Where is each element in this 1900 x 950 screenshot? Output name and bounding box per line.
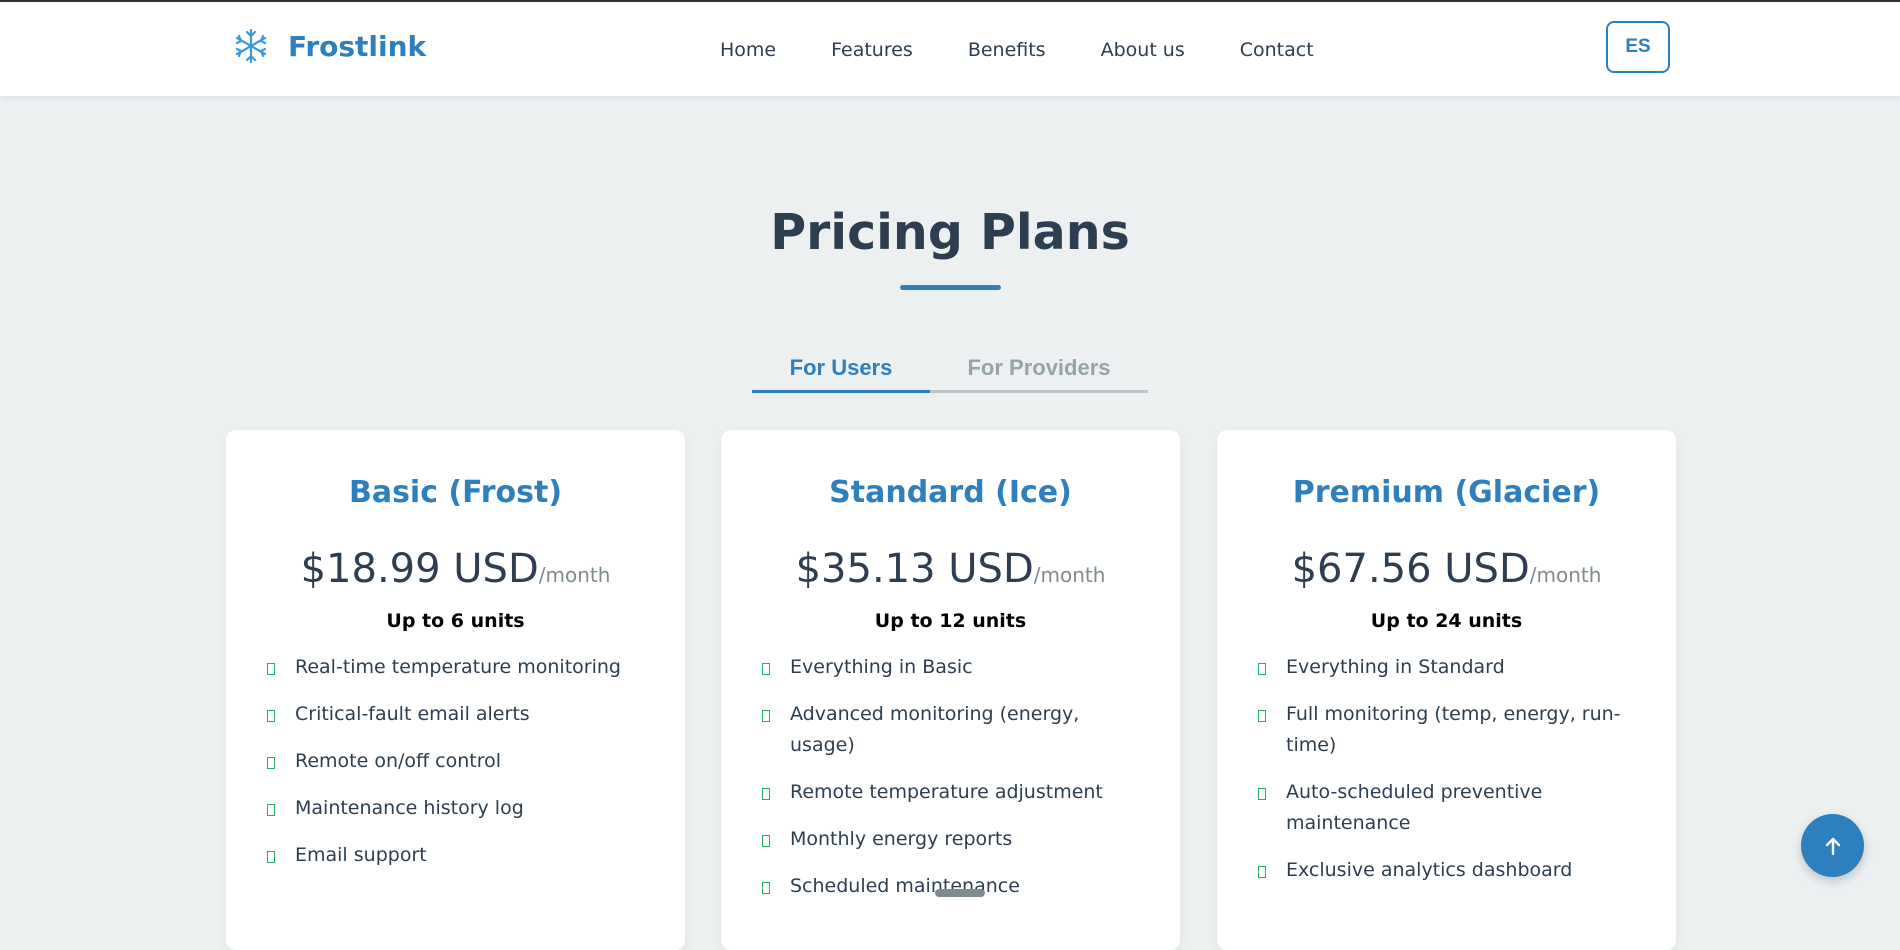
back-to-top-button[interactable] [1801, 814, 1864, 877]
check-icon [762, 663, 770, 675]
feature-text: Exclusive analytics dashboard [1286, 859, 1573, 881]
tab-for-users[interactable]: For Users [752, 345, 930, 393]
nav-about-us[interactable]: About us [1101, 39, 1185, 61]
feature-text: Maintenance history log [295, 797, 524, 819]
feature-text: Remote temperature adjustment [790, 781, 1103, 803]
plan-name: Basic (Frost) [348, 475, 563, 510]
feature-item: Everything in Basic [759, 652, 1149, 683]
feature-item: Real-time temperature monitoring [264, 652, 654, 683]
check-icon [762, 882, 770, 894]
price-period: /month [1529, 563, 1602, 587]
feature-text: Auto-scheduled preventive maintenance [1286, 781, 1543, 834]
plan-card-standard: Standard (Ice) $35.13 USD/month Up to 12… [721, 430, 1180, 950]
feature-item: Email support [264, 840, 654, 871]
plan-units: Up to 12 units [874, 610, 1027, 632]
feature-item: Remote temperature adjustment [759, 777, 1149, 808]
price-amount: $67.56 USD [1291, 546, 1530, 592]
feature-item: Auto-scheduled preventive maintenance [1255, 777, 1645, 839]
check-icon [762, 835, 770, 847]
card-scroll-handle[interactable] [935, 889, 985, 897]
nav-home[interactable]: Home [720, 39, 776, 61]
feature-item: Remote on/off control [264, 746, 654, 777]
check-icon [267, 710, 275, 722]
feature-text: Everything in Standard [1286, 656, 1505, 678]
site-header: Frostlink Home Features Benefits About u… [0, 2, 1900, 96]
feature-text: Remote on/off control [295, 750, 502, 772]
nav-features[interactable]: Features [831, 39, 913, 61]
plan-price: $18.99 USD/month [226, 544, 685, 602]
plan-name: Premium (Glacier) [1292, 475, 1601, 510]
title-underline [900, 285, 1001, 290]
nav-contact[interactable]: Contact [1240, 39, 1314, 61]
plan-price: $67.56 USD/month [1217, 544, 1676, 602]
snowflake-icon [235, 28, 267, 64]
check-icon [267, 757, 275, 769]
check-icon [762, 710, 770, 722]
price-period: /month [538, 563, 611, 587]
check-icon [1258, 866, 1266, 878]
feature-list: Everything in Basic Advanced monitoring … [759, 652, 1149, 918]
feature-item: Full monitoring (temp, energy, run-time) [1255, 699, 1645, 761]
plan-card-basic: Basic (Frost) $18.99 USD/month Up to 6 u… [226, 430, 685, 950]
check-icon [267, 851, 275, 863]
nav-benefits[interactable]: Benefits [968, 39, 1046, 61]
plan-price: $35.13 USD/month [721, 544, 1180, 602]
price-period: /month [1033, 563, 1106, 587]
tab-for-providers[interactable]: For Providers [930, 345, 1148, 390]
feature-text: Email support [295, 844, 427, 866]
feature-text: Scheduled maintenance [790, 875, 1020, 897]
brand-name: Frostlink [288, 29, 427, 63]
check-icon [1258, 710, 1266, 722]
feature-item: Monthly energy reports [759, 824, 1149, 855]
plan-units: Up to 24 units [1370, 610, 1523, 632]
language-toggle-button[interactable]: ES [1606, 21, 1670, 73]
check-icon [267, 663, 275, 675]
feature-item: Maintenance history log [264, 793, 654, 824]
page-title: Pricing Plans [770, 204, 1130, 261]
feature-item: Everything in Standard [1255, 652, 1645, 683]
price-amount: $18.99 USD [300, 546, 539, 592]
feature-text: Advanced monitoring (energy, usage) [790, 703, 1080, 756]
feature-list: Everything in Standard Full monitoring (… [1255, 652, 1645, 902]
feature-text: Everything in Basic [790, 656, 973, 678]
check-icon [267, 804, 275, 816]
plan-name: Standard (Ice) [829, 475, 1072, 510]
plan-card-premium: Premium (Glacier) $67.56 USD/month Up to… [1217, 430, 1676, 950]
arrow-up-icon [1825, 837, 1840, 855]
check-icon [762, 788, 770, 800]
plan-units: Up to 6 units [386, 610, 525, 632]
price-amount: $35.13 USD [795, 546, 1034, 592]
check-icon [1258, 663, 1266, 675]
feature-text: Full monitoring (temp, energy, run-time) [1286, 703, 1621, 756]
feature-list: Real-time temperature monitoring Critica… [264, 652, 654, 887]
plan-tabs: For Users For Providers [752, 345, 1148, 393]
check-icon [1258, 788, 1266, 800]
feature-item: Scheduled maintenance [759, 871, 1149, 902]
feature-item: Critical-fault email alerts [264, 699, 654, 730]
logo[interactable]: Frostlink [233, 28, 426, 64]
feature-text: Critical-fault email alerts [295, 703, 530, 725]
main-nav: Home Features Benefits About us Contact [720, 39, 1369, 61]
feature-text: Real-time temperature monitoring [295, 656, 621, 678]
feature-text: Monthly energy reports [790, 828, 1013, 850]
feature-item: Exclusive analytics dashboard [1255, 855, 1645, 886]
feature-item: Advanced monitoring (energy, usage) [759, 699, 1149, 761]
